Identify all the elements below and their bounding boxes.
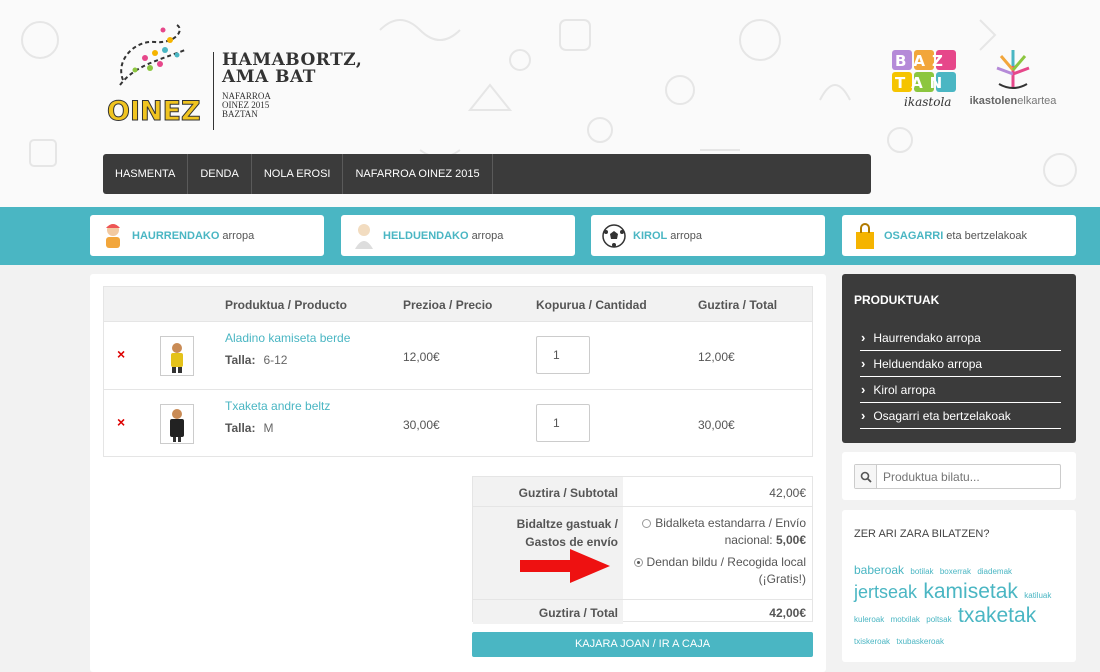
shipping-options: Bidalketa estandarra / Envío nacional: 5,…	[623, 507, 812, 599]
brand-title-line2: AMA BAT	[222, 67, 316, 87]
product-name-link[interactable]: Txaketa andre beltz	[225, 399, 330, 413]
nav-item-denda[interactable]: DENDA	[188, 154, 252, 194]
category-rest: arropa	[222, 229, 255, 242]
elkartea-label: ikastolenelkartea	[969, 95, 1057, 107]
nav-item-nola-erosi[interactable]: NOLA EROSI	[252, 154, 344, 194]
tag-link[interactable]: boxerrak	[940, 567, 971, 576]
shipping-option-pickup[interactable]: Dendan bildu / Recogida local (¡Gratis!)	[623, 554, 806, 588]
remove-item-button[interactable]: ×	[117, 414, 125, 430]
category-osagarri[interactable]: OSAGARRI eta bertzelakoak	[842, 215, 1076, 256]
col-total: Guztira / Total	[698, 298, 778, 312]
quantity-input[interactable]: 1	[536, 336, 590, 374]
pickup-radio[interactable]	[633, 558, 643, 567]
checkout-button[interactable]: KAJARA JOAN / IR A CAJA	[472, 632, 813, 657]
table-row: × Aladino kamiseta berde Talla: 6-12 12,0…	[104, 322, 812, 390]
category-bold: HELDUENDAKO	[383, 229, 469, 242]
product-size: Talla: M	[225, 421, 274, 435]
col-qty: Kopurua / Cantidad	[536, 298, 647, 312]
product-name-link[interactable]: Aladino kamiseta berde	[225, 331, 350, 345]
category-rest: arropa	[471, 229, 504, 242]
sidebar-products: PRODUKTUAK Haurrendako arropa Helduendak…	[842, 274, 1076, 443]
tag-link[interactable]: katiluak	[1024, 591, 1051, 600]
sidebar-item-helduendako[interactable]: Helduendako arropa	[860, 351, 1061, 377]
tag-link[interactable]: botilak	[910, 567, 933, 576]
total-label: Guztira / Total	[473, 600, 623, 624]
search-input[interactable]	[877, 465, 1057, 488]
sidebar-item-haurrendako[interactable]: Haurrendako arropa	[860, 325, 1061, 351]
tag-link[interactable]: kamisetak	[923, 580, 1018, 603]
tree-icon	[996, 50, 1030, 89]
col-product: Produktua / Producto	[225, 298, 348, 312]
svg-text:TAN: TAN	[895, 74, 949, 92]
footprint-icon: OINEZ	[107, 24, 201, 128]
svg-text:ikastola: ikastola	[904, 95, 951, 109]
product-price: 30,00€	[403, 418, 440, 432]
search-icon[interactable]	[855, 465, 877, 488]
category-kirol[interactable]: KIROL arropa	[591, 215, 825, 256]
svg-text:OINEZ: OINEZ	[107, 96, 201, 127]
product-thumbnail[interactable]	[160, 336, 194, 376]
red-arrow-icon	[520, 549, 610, 583]
tag-cloud-panel: ZER ARI ZARA BILATZEN? baberoak botilak …	[842, 510, 1076, 662]
tag-link[interactable]: motxilak	[891, 615, 920, 624]
table-row: × Txaketa andre beltz Talla: M 30,00€ 1 3…	[104, 390, 812, 458]
baztan-logo-icon: BAZ TAN ikastola	[892, 50, 956, 109]
category-rest: eta bertzelakoak	[946, 229, 1027, 242]
category-bold: KIROL	[633, 229, 668, 242]
tag-link[interactable]: jertseak	[854, 582, 917, 602]
page-header: OINEZ HAMABORTZ, AMA BAT NAFARROA OINEZ …	[0, 0, 1100, 207]
shipping-option-standard[interactable]: Bidalketa estandarra / Envío nacional: 5,…	[623, 515, 806, 549]
child-icon	[98, 221, 128, 251]
nav-item-hasmenta[interactable]: HASMENTA	[103, 154, 189, 194]
cart-table: Produktua / Producto Prezioa / Precio Ko…	[103, 286, 813, 457]
baztan-ikastola-logo[interactable]: BAZ TAN ikastola	[892, 48, 962, 113]
subtotal-value: 42,00€	[769, 486, 806, 500]
sidebar-title: PRODUKTUAK	[854, 293, 940, 307]
cart-header: Produktua / Producto Prezioa / Precio Ko…	[104, 287, 812, 322]
category-bold: HAURRENDAKO	[132, 229, 220, 242]
search-panel	[842, 452, 1076, 500]
row-total: 12,00€	[698, 350, 735, 364]
product-thumbnail[interactable]	[160, 404, 194, 444]
tag-link[interactable]: txubaskeroak	[896, 637, 944, 646]
tag-cloud-title: ZER ARI ZARA BILATZEN?	[854, 528, 990, 540]
product-size: Talla: 6-12	[225, 353, 288, 367]
tag-cloud: baberoak botilak boxerrak diademak jerts…	[854, 560, 1066, 652]
shopping-bag-icon	[850, 221, 880, 251]
tag-link[interactable]: baberoak	[854, 563, 904, 577]
category-haurrendako[interactable]: HAURRENDAKO arropa	[90, 215, 324, 256]
tag-link[interactable]: poltsak	[926, 615, 951, 624]
category-bold: OSAGARRI	[884, 229, 944, 242]
category-helduendako[interactable]: HELDUENDAKO arropa	[341, 215, 575, 256]
product-price: 12,00€	[403, 350, 440, 364]
tag-link[interactable]: kuleroak	[854, 615, 884, 624]
brand-sub-line3: BAZTAN	[222, 109, 258, 119]
standard-radio[interactable]	[642, 519, 652, 528]
nav-item-nafarroa-oinez[interactable]: NAFARROA OINEZ 2015	[343, 154, 493, 194]
tag-link[interactable]: txaketak	[958, 604, 1036, 627]
subtotal-label: Guztira / Subtotal	[473, 477, 623, 506]
tag-link[interactable]: txiskeroak	[854, 637, 890, 646]
ikastolen-elkartea-logo[interactable]: ikastolenelkartea	[963, 46, 1063, 107]
search-box	[854, 464, 1061, 489]
svg-text:BAZ: BAZ	[895, 52, 950, 70]
sidebar-item-osagarri[interactable]: Osagarri eta bertzelakoak	[860, 403, 1061, 429]
brand-text: HAMABORTZ, AMA BAT NAFARROA OINEZ 2015 B…	[213, 52, 362, 130]
sidebar-item-kirol[interactable]: Kirol arropa	[860, 377, 1061, 403]
tag-link[interactable]: diademak	[977, 567, 1012, 576]
category-rest: arropa	[670, 229, 703, 242]
main-nav: HASMENTA DENDA NOLA EROSI NAFARROA OINEZ…	[103, 154, 871, 194]
quantity-input[interactable]: 1	[536, 404, 590, 442]
col-price: Prezioa / Precio	[403, 298, 493, 312]
total-value: 42,00€	[769, 606, 806, 620]
adult-icon	[349, 221, 379, 251]
soccer-ball-icon	[599, 221, 629, 251]
row-total: 30,00€	[698, 418, 735, 432]
remove-item-button[interactable]: ×	[117, 346, 125, 362]
